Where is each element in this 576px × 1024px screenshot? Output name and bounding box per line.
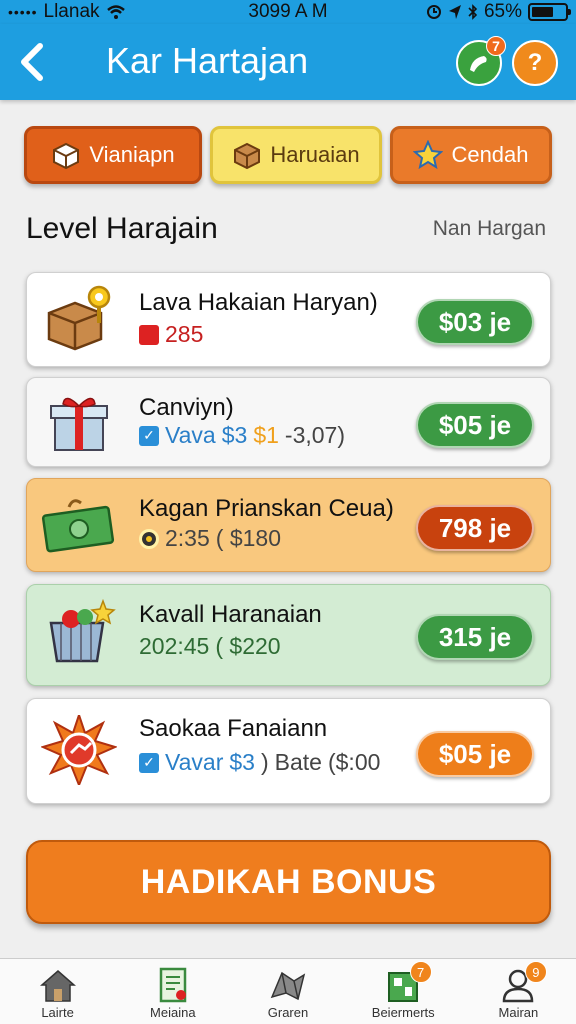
tab-vianiapn[interactable]: Vianiapn — [24, 126, 202, 184]
item-title: Canviyn) — [139, 394, 234, 421]
back-button[interactable] — [18, 34, 62, 86]
price-button[interactable]: 315 je — [416, 614, 534, 660]
item-timer: 202:45 — [139, 633, 210, 659]
bonus-button[interactable]: HADIKAH BONUS — [26, 840, 551, 924]
bottom-nav: Lairte Meiaina Graren 7 Beiermerts 9 Mai… — [0, 958, 576, 1024]
list-item[interactable]: Kagan Prianskan Ceua) 2:35 ( $180 798 je — [26, 478, 551, 572]
bluetooth-icon — [468, 4, 478, 20]
nav-item-graren[interactable]: Graren — [230, 959, 345, 1024]
box-icon — [234, 142, 261, 170]
nav-item-beiermerts[interactable]: 7 Beiermerts — [346, 959, 461, 1024]
battery-percent: 65% — [483, 1, 522, 22]
item-subtitle: ✓ Vavar $3 ) Bate ($:00 — [139, 749, 380, 776]
item-tag: Vavar — [165, 749, 224, 775]
price-button[interactable]: $03 je — [416, 299, 534, 345]
category-tabs: Vianiapn Haruaian Cendah — [24, 126, 552, 184]
checkbox-icon[interactable]: ✓ — [139, 752, 159, 773]
nav-label: Lairte — [41, 1005, 74, 1020]
tab-label: Vianiapn — [89, 142, 175, 167]
item-title: Kagan Prianskan Ceua) — [139, 495, 394, 522]
burst-icon — [41, 715, 117, 785]
checkbox-icon[interactable]: ✓ — [139, 425, 159, 446]
notification-badge: 7 — [486, 36, 506, 56]
ruby-icon — [139, 324, 159, 345]
box-icon — [53, 142, 80, 170]
item-title: Lava Hakaian Haryan) — [139, 289, 378, 316]
app-bar: Kar Hartajan 7 ? — [0, 24, 576, 100]
status-bar: ••••• Llanak 3099 A M 65% — [0, 0, 576, 24]
item-subtitle: 202:45 ( $220 — [139, 633, 281, 660]
item-cost: $3 — [221, 422, 248, 448]
item-amount: ( $220 — [215, 633, 281, 659]
page-title: Kar Hartajan — [106, 40, 309, 81]
item-timer: 2:35 — [165, 525, 210, 551]
map-icon — [270, 971, 306, 1001]
tab-haruaian[interactable]: Haruaian — [210, 126, 382, 184]
nav-item-lairte[interactable]: Lairte — [0, 959, 115, 1024]
nav-label: Meiaina — [150, 1005, 196, 1020]
item-extra: -3,07) — [284, 422, 345, 448]
location-icon — [448, 5, 461, 19]
item-amount: ( $180 — [215, 525, 281, 551]
alarm-icon — [426, 5, 441, 19]
item-title: Kavall Haranaian — [139, 601, 322, 628]
price-button[interactable]: $05 je — [416, 731, 534, 777]
tab-label: Haruaian — [270, 142, 360, 167]
basket-icon — [49, 598, 116, 663]
nav-label: Graren — [267, 1005, 309, 1020]
help-button[interactable]: ? — [512, 40, 558, 86]
document-icon — [159, 967, 187, 1003]
item-subtitle: 285 — [139, 321, 203, 348]
timer-icon — [139, 528, 159, 549]
star-icon — [413, 140, 444, 170]
item-tag: Vava — [165, 422, 216, 448]
section-side-label[interactable]: Nan Hargan — [433, 217, 546, 241]
price-button[interactable]: $05 je — [416, 402, 534, 448]
list-item[interactable]: Lava Hakaian Haryan) 285 $03 je — [26, 272, 551, 367]
list-item[interactable]: Saokaa Fanaiann ✓ Vavar $3 ) Bate ($:00 … — [26, 698, 551, 804]
nav-label: Mairan — [498, 1005, 539, 1020]
item-count: 285 — [165, 321, 204, 347]
item-extra-label: Bate — [274, 749, 322, 775]
chat-icon — [470, 56, 487, 72]
gift-icon — [50, 397, 108, 451]
price-button[interactable]: 798 je — [416, 505, 534, 551]
box-key-icon — [47, 285, 111, 351]
nav-label: Beiermerts — [371, 1005, 435, 1020]
list-item[interactable]: Canviyn) ✓ Vava $3 $1 -3,07) $05 je — [26, 377, 551, 467]
nav-item-mairan[interactable]: 9 Mairan — [461, 959, 576, 1024]
tab-cendah[interactable]: Cendah — [390, 126, 552, 184]
item-subtitle: ✓ Vava $3 $1 -3,07) — [139, 422, 345, 449]
list-item[interactable]: Kavall Haranaian 202:45 ( $220 315 je — [26, 584, 551, 686]
nav-badge: 7 — [409, 961, 432, 983]
item-extra-value: ($:00 — [327, 749, 381, 775]
home-icon — [39, 970, 76, 1002]
nav-badge: 9 — [524, 961, 547, 983]
battery-icon — [528, 3, 571, 21]
item-bonus: $1 — [253, 422, 279, 448]
cash-icon — [41, 499, 115, 553]
chat-button[interactable]: 7 — [456, 36, 506, 86]
item-title: Saokaa Fanaiann — [139, 715, 328, 742]
question-icon: ? — [527, 49, 543, 76]
item-cost: $3 — [229, 749, 255, 775]
tab-label: Cendah — [451, 142, 529, 167]
chevron-left-icon — [21, 43, 43, 81]
section-title: Level Harajain — [26, 212, 218, 245]
nav-item-meiaina[interactable]: Meiaina — [115, 959, 230, 1024]
item-separator: ) — [260, 749, 269, 775]
item-subtitle: 2:35 ( $180 — [139, 525, 281, 552]
